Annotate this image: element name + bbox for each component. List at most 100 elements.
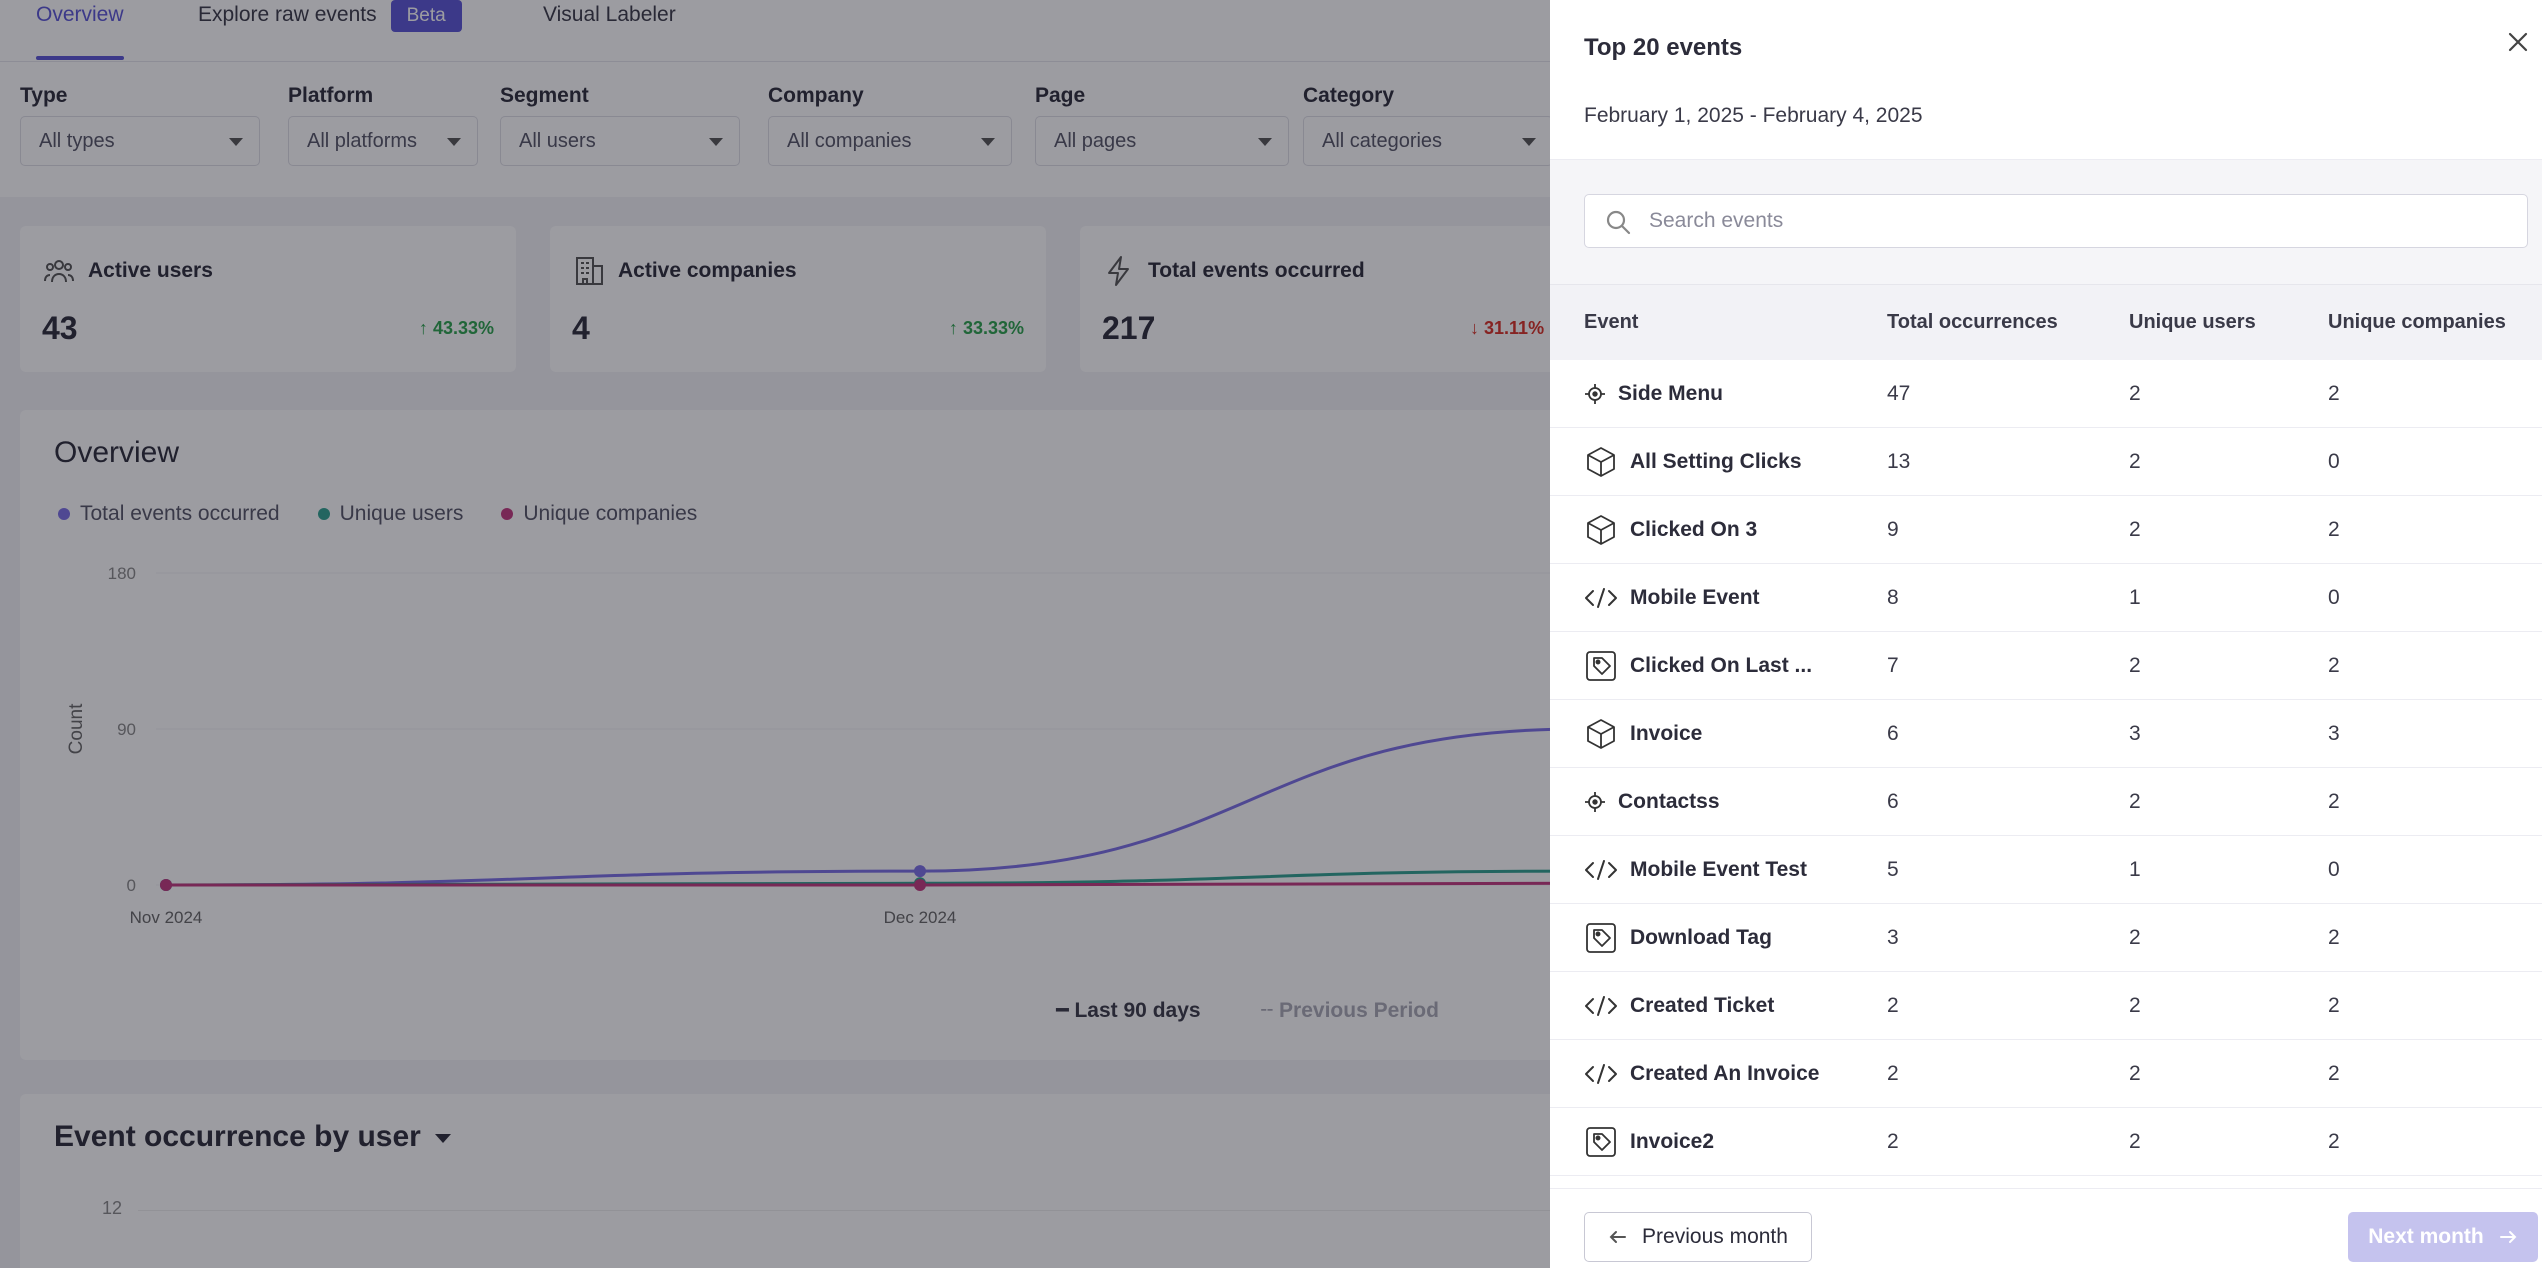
next-month-label: Next month xyxy=(2368,1225,2484,1248)
table-row[interactable]: Side Menu 47 2 2 xyxy=(1550,360,2542,428)
unique-users-cell: 2 xyxy=(2129,382,2141,405)
total-occurrences-cell: 2 xyxy=(1887,1062,1899,1085)
unique-users-cell: 2 xyxy=(2129,1062,2141,1085)
unique-companies-cell: 2 xyxy=(2328,1062,2340,1085)
event-name: Mobile Event Test xyxy=(1630,858,1807,881)
close-button[interactable] xyxy=(2498,22,2538,62)
unique-users-cell: 2 xyxy=(2129,450,2141,473)
event-cell: Clicked On Last ... xyxy=(1584,632,1812,700)
table-row[interactable]: Mobile Event Test 5 1 0 xyxy=(1550,836,2542,904)
event-cell: Mobile Event Test xyxy=(1584,836,1807,904)
events-table-body[interactable]: Side Menu 47 2 2 All Setting Clicks 13 2 0 Click… xyxy=(1550,360,2542,1190)
total-occurrences-cell: 2 xyxy=(1887,1130,1899,1153)
drawer-title: Top 20 events xyxy=(1584,34,1743,61)
tag-icon xyxy=(1584,649,1618,683)
unique-users-cell: 2 xyxy=(2129,926,2141,949)
unique-companies-cell: 2 xyxy=(2328,1130,2340,1153)
table-row[interactable]: All Setting Clicks 13 2 0 xyxy=(1550,428,2542,496)
event-name: Clicked On Last ... xyxy=(1630,654,1813,677)
arrow-left-icon xyxy=(1609,1231,1627,1243)
table-row[interactable]: Mobile Event 8 1 0 xyxy=(1550,564,2542,632)
tag-icon xyxy=(1584,921,1618,955)
table-row[interactable]: Created An Invoice 2 2 2 xyxy=(1550,1040,2542,1108)
search-input[interactable] xyxy=(1649,195,2509,247)
unique-companies-cell: 0 xyxy=(2328,450,2340,473)
event-cell: Mobile Event xyxy=(1584,564,1760,632)
unique-users-cell: 1 xyxy=(2129,858,2141,881)
total-occurrences-cell: 13 xyxy=(1887,450,1911,473)
event-cell: Clicked On 3 xyxy=(1584,496,1757,564)
unique-companies-cell: 3 xyxy=(2328,722,2340,745)
column-header-total-occurrences[interactable]: Total occurrences xyxy=(1887,311,2058,334)
event-cell: Created Ticket xyxy=(1584,972,1774,1040)
search-box xyxy=(1584,194,2528,248)
unique-companies-cell: 2 xyxy=(2328,382,2340,405)
drawer-header: Top 20 events February 1, 2025 - Februar… xyxy=(1550,0,2542,160)
cube-icon xyxy=(1584,717,1618,751)
next-month-button[interactable]: Next month xyxy=(2348,1212,2538,1262)
total-occurrences-cell: 5 xyxy=(1887,858,1899,881)
code-icon xyxy=(1584,858,1618,882)
code-icon xyxy=(1584,1062,1618,1086)
previous-month-button[interactable]: Previous month xyxy=(1584,1212,1812,1262)
total-occurrences-cell: 7 xyxy=(1887,654,1899,677)
unique-companies-cell: 2 xyxy=(2328,654,2340,677)
unique-companies-cell: 2 xyxy=(2328,518,2340,541)
event-cell: Download Tag xyxy=(1584,904,1772,972)
date-range: February 1, 2025 - February 4, 2025 xyxy=(1584,104,1923,127)
unique-companies-cell: 0 xyxy=(2328,586,2340,609)
unique-users-cell: 2 xyxy=(2129,518,2141,541)
previous-month-label: Previous month xyxy=(1642,1225,1788,1248)
event-cell: Invoice2 xyxy=(1584,1108,1714,1176)
unique-users-cell: 1 xyxy=(2129,586,2141,609)
column-header-unique-users[interactable]: Unique users xyxy=(2129,311,2256,334)
event-cell: Contactss xyxy=(1584,768,1720,836)
column-header-event[interactable]: Event xyxy=(1584,311,1638,334)
table-row[interactable]: Clicked On Last ... 7 2 2 xyxy=(1550,632,2542,700)
table-row[interactable]: Invoice2 2 2 2 xyxy=(1550,1108,2542,1176)
unique-users-cell: 3 xyxy=(2129,722,2141,745)
total-occurrences-cell: 6 xyxy=(1887,722,1899,745)
cube-icon xyxy=(1584,445,1618,479)
cube-icon xyxy=(1584,513,1618,547)
event-name: Mobile Event xyxy=(1630,586,1760,609)
code-icon xyxy=(1584,994,1618,1018)
column-header-unique-companies[interactable]: Unique companies xyxy=(2328,311,2506,334)
event-name: Created An Invoice xyxy=(1630,1062,1820,1085)
code-icon xyxy=(1584,586,1618,610)
total-occurrences-cell: 3 xyxy=(1887,926,1899,949)
event-name: Clicked On 3 xyxy=(1630,518,1758,541)
event-name: Invoice2 xyxy=(1630,1130,1715,1153)
event-name: Side Menu xyxy=(1618,382,1724,405)
unique-companies-cell: 2 xyxy=(2328,926,2340,949)
event-name: Download Tag xyxy=(1630,926,1772,949)
event-cell: All Setting Clicks xyxy=(1584,428,1802,496)
search-area xyxy=(1550,160,2542,284)
event-cell: Created An Invoice xyxy=(1584,1040,1819,1108)
event-name: Created Ticket xyxy=(1630,994,1775,1017)
total-occurrences-cell: 2 xyxy=(1887,994,1899,1017)
total-occurrences-cell: 9 xyxy=(1887,518,1899,541)
target-icon xyxy=(1584,791,1606,813)
total-occurrences-cell: 6 xyxy=(1887,790,1899,813)
table-row[interactable]: Download Tag 3 2 2 xyxy=(1550,904,2542,972)
table-header: Event Total occurrences Unique users Uni… xyxy=(1550,284,2542,360)
event-name: Contactss xyxy=(1618,790,1720,813)
event-cell: Invoice xyxy=(1584,700,1702,768)
table-row[interactable]: Clicked On 3 9 2 2 xyxy=(1550,496,2542,564)
arrow-right-icon xyxy=(2499,1231,2517,1243)
close-icon xyxy=(2508,32,2528,52)
table-row[interactable]: Created Ticket 2 2 2 xyxy=(1550,972,2542,1040)
top-events-drawer: Top 20 events February 1, 2025 - Februar… xyxy=(1550,0,2542,1268)
table-row[interactable]: Invoice 6 3 3 xyxy=(1550,700,2542,768)
total-occurrences-cell: 8 xyxy=(1887,586,1899,609)
unique-users-cell: 2 xyxy=(2129,790,2141,813)
event-cell: Side Menu xyxy=(1584,360,1723,428)
table-row[interactable]: Contactss 6 2 2 xyxy=(1550,768,2542,836)
drawer-footer: Previous month Next month xyxy=(1550,1188,2542,1268)
event-name: Invoice xyxy=(1630,722,1703,745)
target-icon xyxy=(1584,383,1606,405)
unique-users-cell: 2 xyxy=(2129,994,2141,1017)
search-icon xyxy=(1606,210,1631,235)
unique-users-cell: 2 xyxy=(2129,1130,2141,1153)
